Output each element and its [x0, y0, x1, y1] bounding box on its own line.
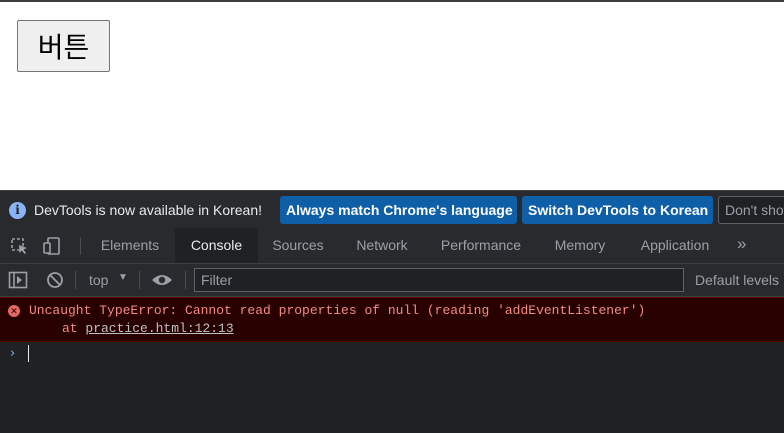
- page-button[interactable]: 버튼: [17, 20, 110, 72]
- tab-performance[interactable]: Performance: [426, 228, 536, 263]
- tab-sources[interactable]: Sources: [258, 228, 338, 263]
- always-match-language-button[interactable]: Always match Chrome's language: [280, 196, 517, 224]
- toolbar-divider: [75, 271, 76, 289]
- stack-at-prefix: at: [62, 321, 86, 336]
- tab-memory[interactable]: Memory: [538, 228, 622, 263]
- chevron-down-icon[interactable]: ▼: [118, 272, 128, 283]
- devtools-tabbar: Elements Console Sources Network Perform…: [0, 228, 784, 264]
- toolbar-divider: [185, 271, 186, 289]
- devtools-panel: i DevTools is now available in Korean! A…: [0, 190, 784, 433]
- tab-network[interactable]: Network: [340, 228, 424, 263]
- inspect-element-icon[interactable]: [10, 237, 30, 255]
- tab-console[interactable]: Console: [175, 228, 258, 263]
- console-error-message: ✕ Uncaught TypeError: Cannot read proper…: [0, 297, 784, 342]
- infobar-message: DevTools is now available in Korean!: [34, 202, 263, 218]
- error-text: Uncaught TypeError: Cannot read properti…: [29, 303, 646, 318]
- more-tabs-chevron-icon[interactable]: »: [737, 234, 746, 254]
- error-x-icon: ✕: [8, 305, 20, 317]
- clear-console-icon[interactable]: [46, 271, 64, 289]
- tab-application[interactable]: Application: [624, 228, 726, 263]
- console-input-caret[interactable]: [28, 345, 29, 362]
- language-infobar: i DevTools is now available in Korean! A…: [0, 190, 784, 228]
- console-filter-input[interactable]: [194, 268, 684, 292]
- context-selector[interactable]: top: [89, 272, 108, 288]
- device-toolbar-icon[interactable]: [42, 237, 62, 255]
- console-toolbar: top ▼ Default levels: [0, 264, 784, 297]
- info-icon: i: [9, 202, 26, 219]
- tab-elements[interactable]: Elements: [88, 228, 172, 263]
- error-source-link[interactable]: practice.html:12:13: [85, 321, 233, 336]
- error-stack-line: at practice.html:12:13: [62, 321, 234, 336]
- console-sidebar-toggle-icon[interactable]: [8, 271, 28, 289]
- live-expression-eye-icon[interactable]: [151, 272, 173, 288]
- page-viewport: 버튼: [0, 2, 784, 190]
- dont-show-again-button[interactable]: Don't show again: [718, 196, 784, 224]
- console-prompt-chevron-icon: ›: [10, 346, 16, 361]
- switch-to-korean-button[interactable]: Switch DevTools to Korean: [522, 196, 713, 224]
- toolbar-divider: [139, 271, 140, 289]
- log-levels-dropdown[interactable]: Default levels: [695, 272, 779, 288]
- toolbar-divider: [80, 237, 81, 255]
